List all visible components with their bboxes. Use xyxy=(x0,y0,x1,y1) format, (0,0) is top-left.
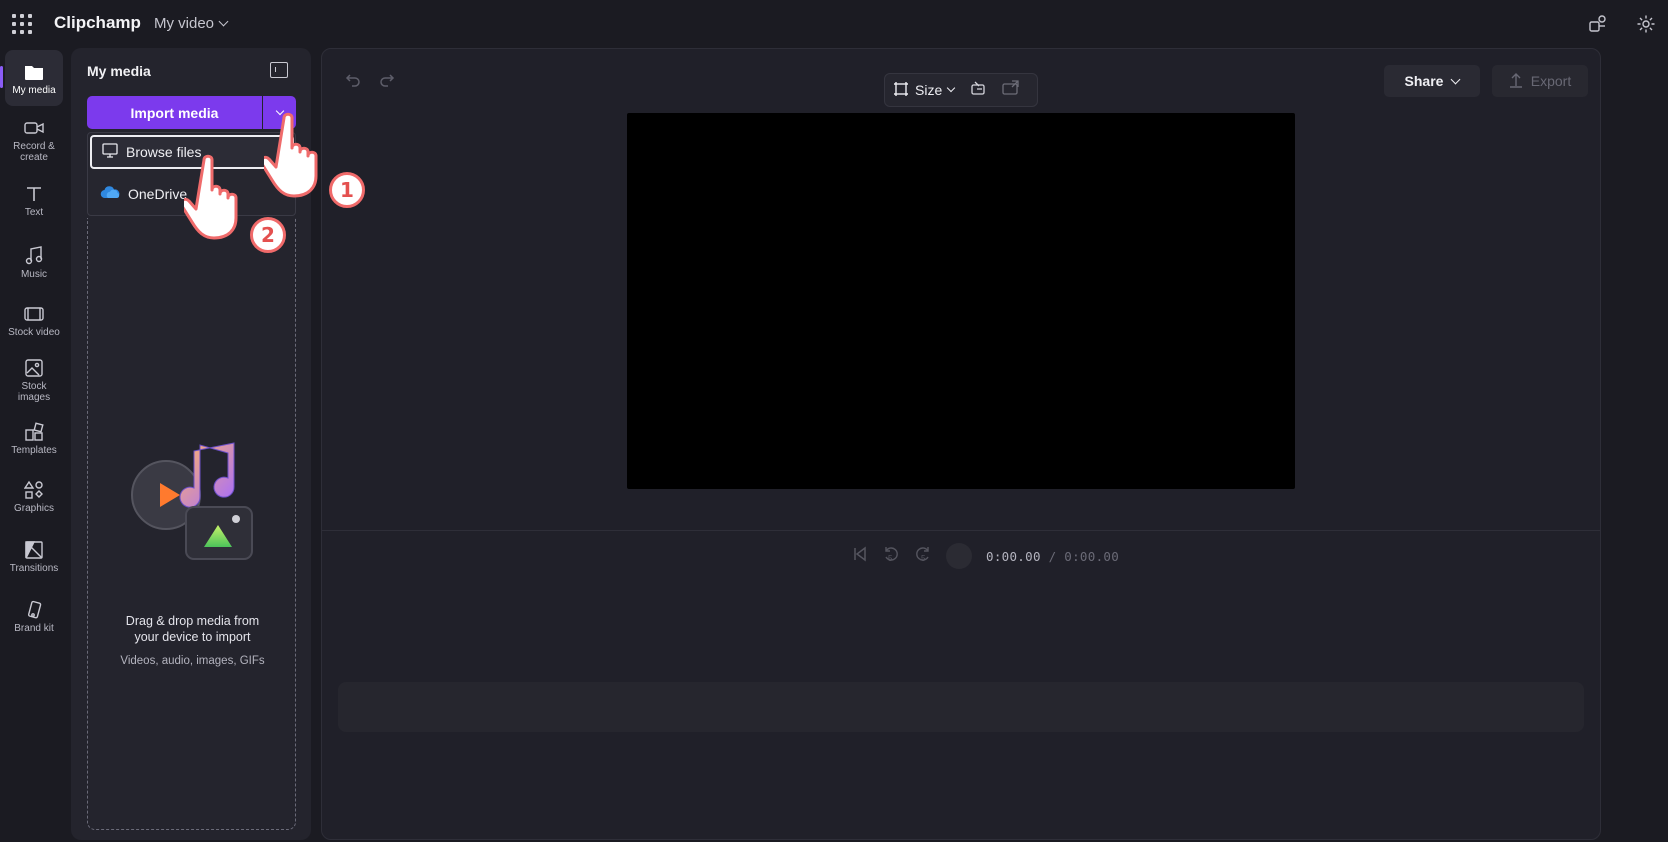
resize-icon xyxy=(893,81,909,100)
size-button[interactable]: Size xyxy=(893,81,956,100)
shapes-icon xyxy=(23,479,45,501)
timecode: 0:00.00 / 0:00.00 xyxy=(986,549,1119,564)
timeline-track[interactable] xyxy=(338,682,1584,732)
settings-gear-icon[interactable] xyxy=(1635,13,1657,35)
templates-icon xyxy=(23,421,45,443)
rail-item-label: Templates xyxy=(11,444,57,456)
upload-icon xyxy=(1509,72,1523,91)
chevron-down-icon xyxy=(946,83,956,93)
undo-icon[interactable] xyxy=(344,71,362,89)
rail-item-stock-video[interactable]: Stock video xyxy=(5,292,63,348)
app-launcher-icon[interactable] xyxy=(12,14,32,34)
rail-item-label: Record & create xyxy=(13,141,55,163)
collapse-panel-icon[interactable] xyxy=(270,62,288,78)
total-time: / 0:00.00 xyxy=(1048,548,1120,564)
rewind-5-icon[interactable]: 5 xyxy=(882,545,900,568)
top-bar: Clipchamp My video xyxy=(0,0,1668,48)
media-illustration xyxy=(126,423,256,563)
chevron-down-icon xyxy=(1451,74,1461,84)
forward-5-icon[interactable]: 5 xyxy=(914,545,932,568)
import-media-button[interactable]: Import media xyxy=(87,96,262,129)
brand-name: Clipchamp xyxy=(54,13,141,32)
rail-item-templates[interactable]: Templates xyxy=(5,410,63,466)
share-label: Share xyxy=(1404,73,1444,89)
folder-icon xyxy=(23,61,45,83)
step-badge-2: 2 xyxy=(250,217,286,253)
rail-item-label: My media xyxy=(12,84,56,96)
preview-divider xyxy=(322,530,1600,531)
step-badge-1: 1 xyxy=(329,172,365,208)
brand-kit-icon xyxy=(23,599,45,621)
skip-seconds-label: 5 xyxy=(888,553,893,563)
skip-to-start-icon[interactable] xyxy=(852,546,868,567)
editor-workspace: Size Share Export 5 5 0:00.00 / 0:00.00 xyxy=(321,48,1601,840)
dropzone-title: Drag & drop media from your device to im… xyxy=(125,614,260,644)
onedrive-icon xyxy=(100,186,120,202)
music-icon xyxy=(23,245,45,267)
film-icon xyxy=(23,303,45,325)
rail-item-graphics[interactable]: Graphics xyxy=(5,468,63,524)
project-title-label: My video xyxy=(154,15,215,32)
rail-item-record-create[interactable]: Record & create xyxy=(5,112,63,168)
playback-controls: 5 5 0:00.00 / 0:00.00 xyxy=(852,543,1119,569)
rail-item-music[interactable]: Music xyxy=(5,234,63,290)
chevron-down-icon xyxy=(218,16,229,27)
left-navigation-rail: My media Record & create Text Music Stoc… xyxy=(0,48,68,842)
rail-item-label: Brand kit xyxy=(14,622,54,634)
text-icon xyxy=(23,183,45,205)
share-button[interactable]: Share xyxy=(1384,65,1480,97)
current-time: 0:00.00 xyxy=(986,548,1041,564)
export-label: Export xyxy=(1530,73,1572,89)
export-button[interactable]: Export xyxy=(1492,65,1588,97)
project-title[interactable]: My video xyxy=(154,15,229,32)
transitions-icon xyxy=(23,539,45,561)
canvas-toolbar: Size xyxy=(884,73,1038,107)
rail-item-my-media[interactable]: My media xyxy=(0,50,63,106)
rail-item-text[interactable]: Text xyxy=(5,172,63,228)
clipchamp-app: Clipchamp My video My media Record & cre… xyxy=(0,0,1668,842)
rail-item-label: Graphics xyxy=(13,502,54,514)
rail-item-label: Stock video xyxy=(8,326,60,338)
redo-icon[interactable] xyxy=(378,71,396,89)
media-dropzone[interactable]: Drag & drop media from your device to im… xyxy=(87,218,296,830)
panel-title: My media xyxy=(87,63,151,79)
rail-item-label: Stock images xyxy=(17,381,51,403)
dropzone-subtitle: Videos, audio, images, GIFs xyxy=(120,655,265,667)
camera-icon xyxy=(23,117,45,139)
menu-item-label: OneDrive xyxy=(128,186,188,202)
background-fill-icon[interactable] xyxy=(970,80,986,101)
image-icon xyxy=(23,357,45,379)
rail-item-brand-kit[interactable]: Brand kit xyxy=(5,588,63,644)
rail-item-transitions[interactable]: Transitions xyxy=(5,528,63,584)
feedback-icon[interactable] xyxy=(1587,13,1609,35)
rail-item-stock-images[interactable]: Stock images xyxy=(5,352,63,408)
size-label: Size xyxy=(915,82,943,98)
auto-compose-icon[interactable] xyxy=(1002,79,1020,101)
skip-seconds-label: 5 xyxy=(921,553,926,563)
rail-item-label: Music xyxy=(20,268,48,280)
play-button[interactable] xyxy=(946,543,972,569)
rail-item-label: Text xyxy=(24,206,44,218)
video-preview-canvas[interactable] xyxy=(627,113,1295,489)
monitor-icon xyxy=(102,143,118,161)
rail-item-label: Transitions xyxy=(9,562,59,574)
